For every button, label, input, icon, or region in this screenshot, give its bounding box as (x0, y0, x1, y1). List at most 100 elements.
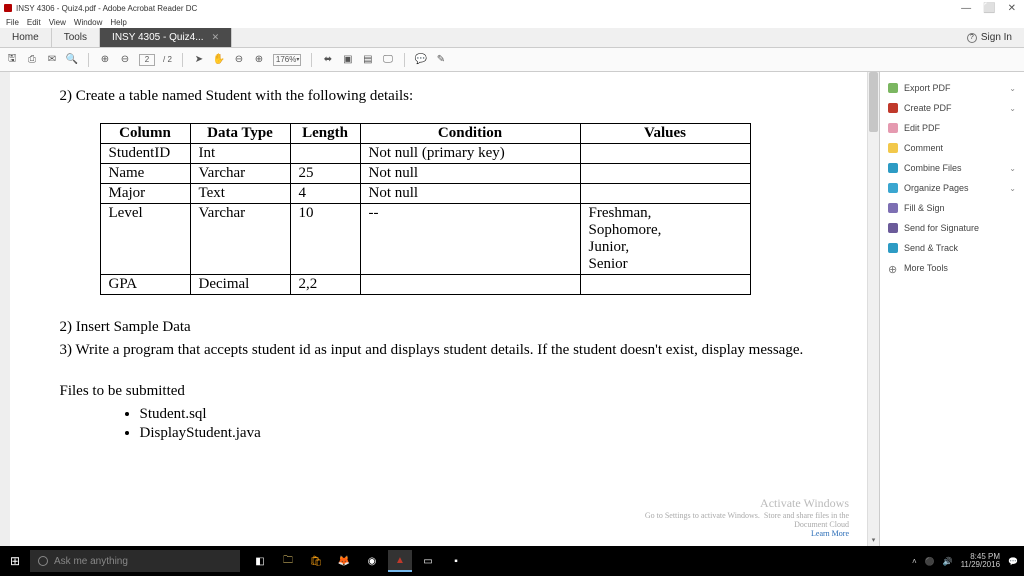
table-row: GPADecimal2,2 (100, 275, 750, 295)
window-minimize-button[interactable]: — (961, 3, 971, 14)
tray-notifications-icon[interactable]: 💬 (1008, 557, 1018, 566)
mail-icon[interactable]: ✉ (46, 54, 58, 66)
tool-icon (888, 243, 898, 253)
tab-row: Home Tools INSY 4305 - Quiz4... ✕ ? Sign… (0, 28, 1024, 48)
question-3: 3) Write a program that accepts student … (60, 342, 820, 359)
page-count: / 2 (163, 55, 172, 64)
window-close-button[interactable]: ✕ (1008, 3, 1016, 14)
toolbar: 🖫 ⎙ ✉ 🔍 ⊕ ⊖ 2 / 2 ➤ ✋ ⊖ ⊕ 176% ⬌ ▣ ▤ 🖵 💬… (0, 48, 1024, 72)
fit-page-icon[interactable]: ▣ (342, 54, 354, 66)
tools-item-label: Edit PDF (904, 123, 940, 133)
th-values: Values (580, 124, 750, 144)
tools-item-more-tools[interactable]: ⊕ More Tools (888, 258, 1016, 278)
list-item: DisplayStudent.java (140, 425, 820, 442)
app-chrome-icon[interactable]: ◉ (360, 550, 384, 572)
app-firefox-icon[interactable]: 🦊 (332, 550, 356, 572)
document-viewport[interactable]: 2) Create a table named Student with the… (0, 72, 879, 546)
question-2-heading: 2) Create a table named Student with the… (60, 88, 820, 105)
scroll-down-icon[interactable]: ▾ (868, 536, 879, 546)
table-row: LevelVarchar10--Freshman,Sophomore,Junio… (100, 204, 750, 275)
tools-item-create-pdf[interactable]: Create PDF ⌄ (888, 98, 1016, 118)
th-condition: Condition (360, 124, 580, 144)
question-2b: 2) Insert Sample Data (60, 319, 820, 336)
hand-icon[interactable]: ✋ (213, 54, 225, 66)
pointer-icon[interactable]: ➤ (193, 54, 205, 66)
page-down-icon[interactable]: ⊖ (119, 54, 131, 66)
learn-more-link[interactable]: Learn More (811, 529, 849, 538)
scrollbar-thumb[interactable] (869, 72, 878, 132)
tool-icon (888, 143, 898, 153)
zoom-select[interactable]: 176% (273, 54, 301, 66)
menu-help[interactable]: Help (110, 18, 126, 27)
zoom-in-icon[interactable]: ⊕ (253, 54, 265, 66)
tools-item-label: Send for Signature (904, 223, 979, 233)
tool-icon (888, 163, 898, 173)
system-tray[interactable]: ˄ ⚫ 🔊 8:45 PM 11/29/2016 💬 (912, 553, 1024, 569)
search-icon[interactable]: 🔍 (66, 54, 78, 66)
table-row: NameVarchar25Not null (100, 164, 750, 184)
student-table: Column Data Type Length Condition Values… (100, 123, 751, 295)
th-length: Length (290, 124, 360, 144)
app-generic-icon[interactable]: ▭ (416, 550, 440, 572)
menu-file[interactable]: File (6, 18, 19, 27)
fit-width-icon[interactable]: ⬌ (322, 54, 334, 66)
menu-view[interactable]: View (49, 18, 66, 27)
sign-in-button[interactable]: ? Sign In (955, 28, 1024, 47)
app-acrobat-icon[interactable]: ▲ (388, 550, 412, 572)
menu-edit[interactable]: Edit (27, 18, 41, 27)
tools-item-label: Create PDF (904, 103, 952, 113)
chevron-down-icon: ⌄ (1009, 104, 1016, 113)
tab-close-icon[interactable]: ✕ (212, 32, 220, 43)
tools-item-export-pdf[interactable]: Export PDF⌄ (888, 78, 1016, 98)
tool-icon (888, 83, 898, 93)
highlight-icon[interactable]: ✎ (435, 54, 447, 66)
tools-item-fill-sign[interactable]: Fill & Sign (888, 198, 1016, 218)
tools-item-label: Fill & Sign (904, 203, 945, 213)
app-store-icon[interactable]: 🛍 (304, 550, 328, 572)
tab-document-active[interactable]: INSY 4305 - Quiz4... ✕ (100, 28, 232, 47)
comment-icon[interactable]: 💬 (415, 54, 427, 66)
reflow-icon[interactable]: ▤ (362, 54, 374, 66)
page-up-icon[interactable]: ⊕ (99, 54, 111, 66)
tools-item-send-for-signature[interactable]: Send for Signature (888, 218, 1016, 238)
start-button[interactable]: ⊞ (0, 554, 30, 568)
tools-item-label: More Tools (904, 263, 948, 273)
zoom-out-icon[interactable]: ⊖ (233, 54, 245, 66)
tools-item-organize-pages[interactable]: Organize Pages⌄ (888, 178, 1016, 198)
read-mode-icon[interactable]: 🖵 (382, 54, 394, 66)
tool-icon (888, 123, 898, 133)
vertical-scrollbar[interactable]: ▴ ▾ (867, 72, 879, 546)
tools-item-label: Send & Track (904, 243, 958, 253)
tools-item-label: Export PDF (904, 83, 951, 93)
files-list: Student.sql DisplayStudent.java (140, 406, 820, 442)
tool-icon (888, 183, 898, 193)
tab-tools[interactable]: Tools (52, 28, 100, 47)
taskbar-search[interactable]: Ask me anything (30, 550, 240, 572)
tools-item-comment[interactable]: Comment (888, 138, 1016, 158)
tool-icon (888, 223, 898, 233)
tray-volume-icon[interactable]: 🔊 (943, 557, 953, 566)
help-icon: ? (967, 33, 977, 43)
window-maximize-button[interactable]: ⬜ (983, 3, 995, 14)
page-number-input[interactable]: 2 (139, 54, 155, 66)
app-terminal-icon[interactable]: ▪ (444, 550, 468, 572)
tray-up-icon[interactable]: ˄ (912, 557, 917, 566)
table-row: MajorText4Not null (100, 184, 750, 204)
taskbar-apps: ◧ 🗀 🛍 🦊 ◉ ▲ ▭ ▪ (248, 550, 468, 572)
print-icon[interactable]: ⎙ (26, 54, 38, 66)
plus-icon: ⊕ (888, 263, 898, 273)
app-explorer-icon[interactable]: 🗀 (276, 550, 300, 572)
save-icon[interactable]: 🖫 (6, 54, 18, 66)
tab-home[interactable]: Home (0, 28, 52, 47)
search-placeholder: Ask me anything (54, 556, 128, 567)
tools-item-send-track[interactable]: Send & Track (888, 238, 1016, 258)
tools-item-edit-pdf[interactable]: Edit PDF (888, 118, 1016, 138)
tray-network-icon[interactable]: ⚫ (925, 557, 935, 566)
menubar: File Edit View Window Help (0, 16, 1024, 28)
tools-item-combine-files[interactable]: Combine Files⌄ (888, 158, 1016, 178)
menu-window[interactable]: Window (74, 18, 102, 27)
table-row: StudentIDIntNot null (primary key) (100, 144, 750, 164)
tools-item-label: Organize Pages (904, 183, 969, 193)
task-view-icon[interactable]: ◧ (248, 550, 272, 572)
taskbar-clock[interactable]: 8:45 PM 11/29/2016 (961, 553, 1000, 569)
